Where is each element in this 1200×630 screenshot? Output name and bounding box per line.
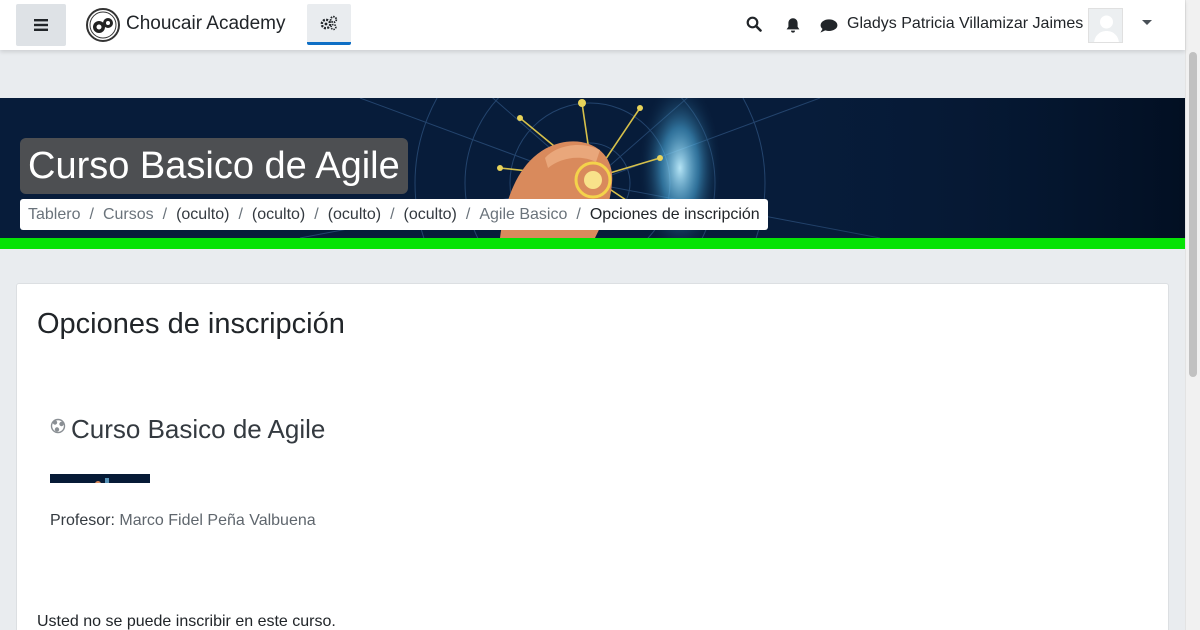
breadcrumb-separator: / <box>89 205 94 223</box>
breadcrumb-separator: / <box>162 205 168 223</box>
main-content-card: Opciones de inscripción Curso Basico de … <box>16 283 1169 630</box>
user-name[interactable]: Gladys Patricia Villamizar Jaimes <box>847 15 1083 33</box>
breadcrumb-separator: / <box>238 205 243 223</box>
breadcrumb-item-agile-basico[interactable]: Agile Basico <box>479 206 567 224</box>
breadcrumb-separator: / <box>576 205 581 223</box>
search-icon <box>746 16 762 32</box>
breadcrumb-separator: / <box>390 205 395 223</box>
avatar[interactable] <box>1088 8 1123 43</box>
breadcrumb: Tablero / Cursos / (oculto) / (oculto) /… <box>20 199 768 230</box>
page-heading: Opciones de inscripción <box>37 308 345 340</box>
course-teacher: Profesor: Marco Fidel Peña Valbuena <box>50 512 316 530</box>
teacher-name-link[interactable]: Marco Fidel Peña Valbuena <box>119 512 315 529</box>
search-button[interactable] <box>744 14 764 34</box>
brand-logo[interactable] <box>86 8 120 42</box>
caret-down-icon[interactable] <box>1142 20 1152 25</box>
teacher-role-label: Profesor: <box>50 512 115 529</box>
breadcrumb-item-current: Opciones de inscripción <box>589 205 760 223</box>
breadcrumb-separator: / <box>465 205 471 223</box>
chat-bubble-icon <box>819 19 837 33</box>
breadcrumb-item-hidden-category[interactable]: (oculto) <box>252 206 305 224</box>
breadcrumb-item-hidden-category[interactable]: (oculto) <box>404 206 457 224</box>
page-scrollbar[interactable] <box>1185 0 1200 630</box>
messages-button[interactable] <box>818 16 838 36</box>
drawer-toggle-button[interactable] <box>16 4 66 46</box>
top-navbar: Choucair Academy Gladys Patricia Villami… <box>0 0 1185 50</box>
breadcrumb-item-hidden-category[interactable]: (oculto) <box>176 206 229 224</box>
course-image <box>50 474 150 483</box>
brand-name[interactable]: Choucair Academy <box>126 13 285 35</box>
scrollbar-thumb[interactable] <box>1189 52 1197 377</box>
breadcrumb-separator: / <box>314 205 319 223</box>
hamburger-menu-icon <box>34 19 48 31</box>
page-title: Curso Basico de Agile <box>20 138 408 194</box>
enrolment-message: Usted no se puede inscribir en este curs… <box>37 613 336 630</box>
breadcrumb-item-tablero[interactable]: Tablero <box>28 206 80 224</box>
site-admin-button[interactable] <box>307 4 351 45</box>
course-icon <box>50 418 66 434</box>
notifications-button[interactable] <box>783 15 803 35</box>
breadcrumb-item-hidden-category[interactable]: (oculto) <box>328 206 381 224</box>
breadcrumb-item-cursos[interactable]: Cursos <box>103 206 154 224</box>
accent-bar <box>0 238 1185 249</box>
course-name-link[interactable]: Curso Basico de Agile <box>71 414 325 445</box>
bell-icon <box>786 17 800 33</box>
gears-icon <box>320 15 338 31</box>
